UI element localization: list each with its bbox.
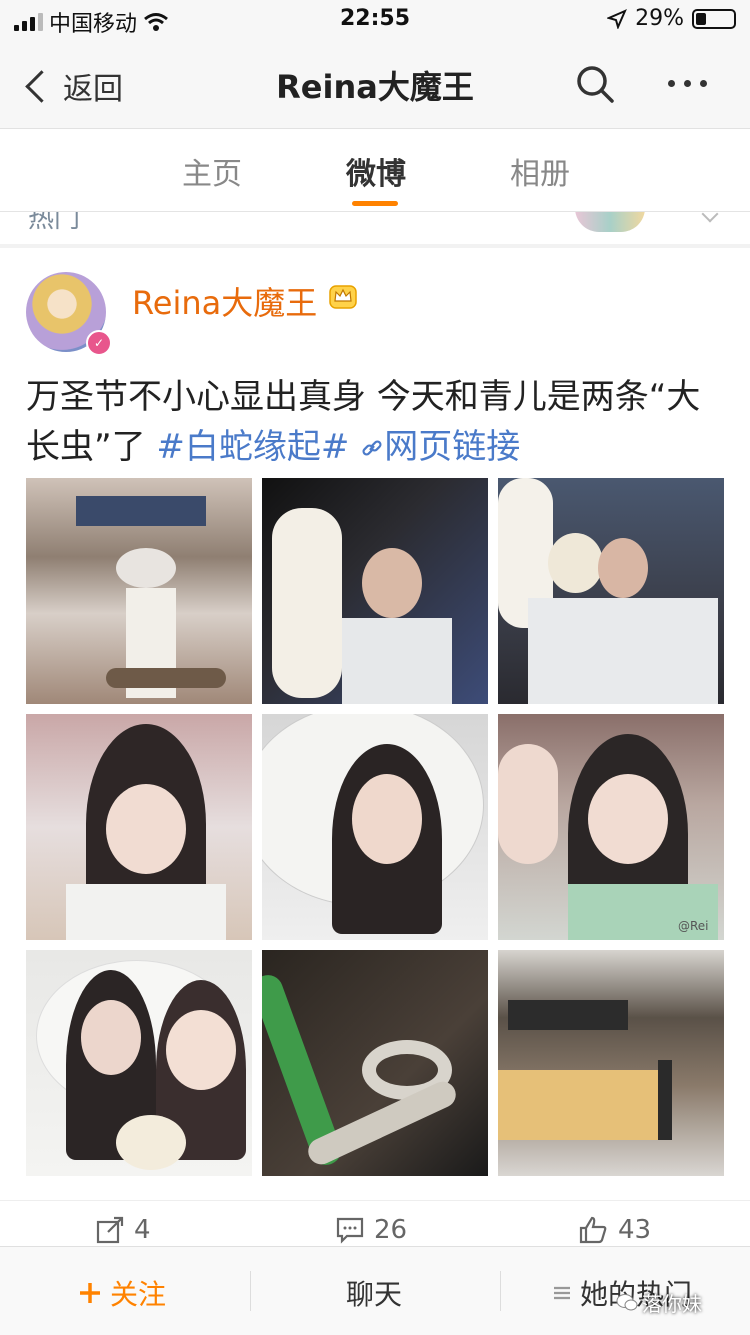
hot-filter-label: 热门 — [28, 212, 81, 234]
hot-filter-row[interactable]: 热门 — [0, 212, 750, 245]
tab-album[interactable]: 相册 — [510, 149, 570, 193]
section-divider — [0, 244, 750, 248]
link-icon — [362, 440, 382, 456]
menu-board — [76, 496, 206, 526]
counter — [498, 1070, 658, 1140]
post-text: 万圣节不小心显出真身 今天和青儿是两条“大长虫”了 #白蛇缘起# 网页链接 — [26, 372, 726, 472]
chat-button[interactable]: 聊天 — [346, 1273, 402, 1313]
nav-bar: 返回 Reina大魔王 — [0, 40, 750, 129]
face — [588, 774, 668, 864]
photo-watermark: @Rei — [678, 919, 709, 933]
face — [598, 538, 648, 598]
watermark: 落你妹 — [616, 1288, 702, 1317]
chat-label: 聊天 — [346, 1278, 403, 1311]
plus-icon — [80, 1283, 100, 1303]
page-title: Reina大魔王 — [276, 68, 474, 106]
face-right — [166, 1010, 236, 1090]
round-fan — [116, 1115, 186, 1170]
more-icon[interactable] — [668, 80, 707, 87]
wechat-icon — [616, 1293, 638, 1310]
battery-icon — [692, 8, 736, 29]
verified-badge-icon: ✓ — [86, 330, 112, 356]
crown-vip-icon — [329, 285, 357, 309]
follow-button[interactable]: 关注 — [78, 1273, 166, 1313]
photo-7[interactable] — [26, 950, 252, 1176]
photo-8[interactable] — [262, 950, 488, 1176]
location-arrow-icon — [607, 8, 628, 29]
watermark-text: 落你妹 — [642, 1292, 702, 1316]
tab-home[interactable]: 主页 — [182, 149, 242, 193]
comment-icon — [336, 1217, 364, 1244]
photo-9[interactable] — [498, 950, 724, 1176]
profile-tabs: 主页 微博 相册 — [0, 129, 750, 212]
umbrella — [116, 548, 176, 588]
person — [658, 1060, 672, 1140]
photo-3[interactable] — [498, 478, 724, 704]
dress — [66, 884, 226, 940]
lantern — [272, 508, 342, 698]
battery-percent: 29% — [635, 6, 684, 31]
repost-button[interactable]: 4 — [96, 1215, 151, 1245]
decoration-image — [575, 212, 645, 232]
chevron-down-icon[interactable] — [701, 212, 719, 223]
face — [352, 774, 422, 864]
like-count: 43 — [618, 1215, 652, 1245]
search-icon[interactable] — [575, 64, 615, 104]
menu-board — [508, 1000, 628, 1030]
follow-label: 关注 — [110, 1278, 167, 1311]
comment-count: 26 — [374, 1215, 408, 1245]
photo-5[interactable] — [262, 714, 488, 940]
dress — [342, 618, 452, 704]
status-bar: 中国移动 22:55 29% — [0, 0, 750, 40]
face — [362, 548, 422, 618]
bottom-divider — [250, 1271, 251, 1311]
topic-link[interactable]: #白蛇缘起# — [156, 427, 349, 467]
photo-1[interactable] — [26, 478, 252, 704]
list-icon — [554, 1286, 570, 1300]
photo-4[interactable] — [26, 714, 252, 940]
status-right: 29% — [607, 6, 736, 31]
web-link[interactable]: 网页链接 — [360, 427, 520, 467]
face-left — [81, 1000, 141, 1075]
face-left — [498, 744, 558, 864]
dress — [528, 598, 718, 704]
repost-icon — [96, 1216, 124, 1244]
thumbs-up-icon — [579, 1216, 607, 1244]
photo-2[interactable] — [262, 478, 488, 704]
web-link-label: 网页链接 — [384, 427, 521, 467]
post-author[interactable]: Reina大魔王 — [132, 278, 317, 324]
battery-level — [696, 12, 706, 25]
tab-weibo[interactable]: 微博 — [346, 149, 406, 193]
face — [106, 784, 186, 874]
round-fan — [548, 533, 603, 593]
comment-button[interactable]: 26 — [336, 1215, 407, 1245]
bottom-divider — [500, 1271, 501, 1311]
photo-6[interactable]: @Rei — [498, 714, 724, 940]
snake-tail — [106, 668, 226, 688]
active-tab-indicator — [352, 201, 398, 206]
like-button[interactable]: 43 — [578, 1215, 651, 1245]
repost-count: 4 — [134, 1215, 151, 1245]
post-actions: 4 26 43 — [0, 1200, 750, 1247]
